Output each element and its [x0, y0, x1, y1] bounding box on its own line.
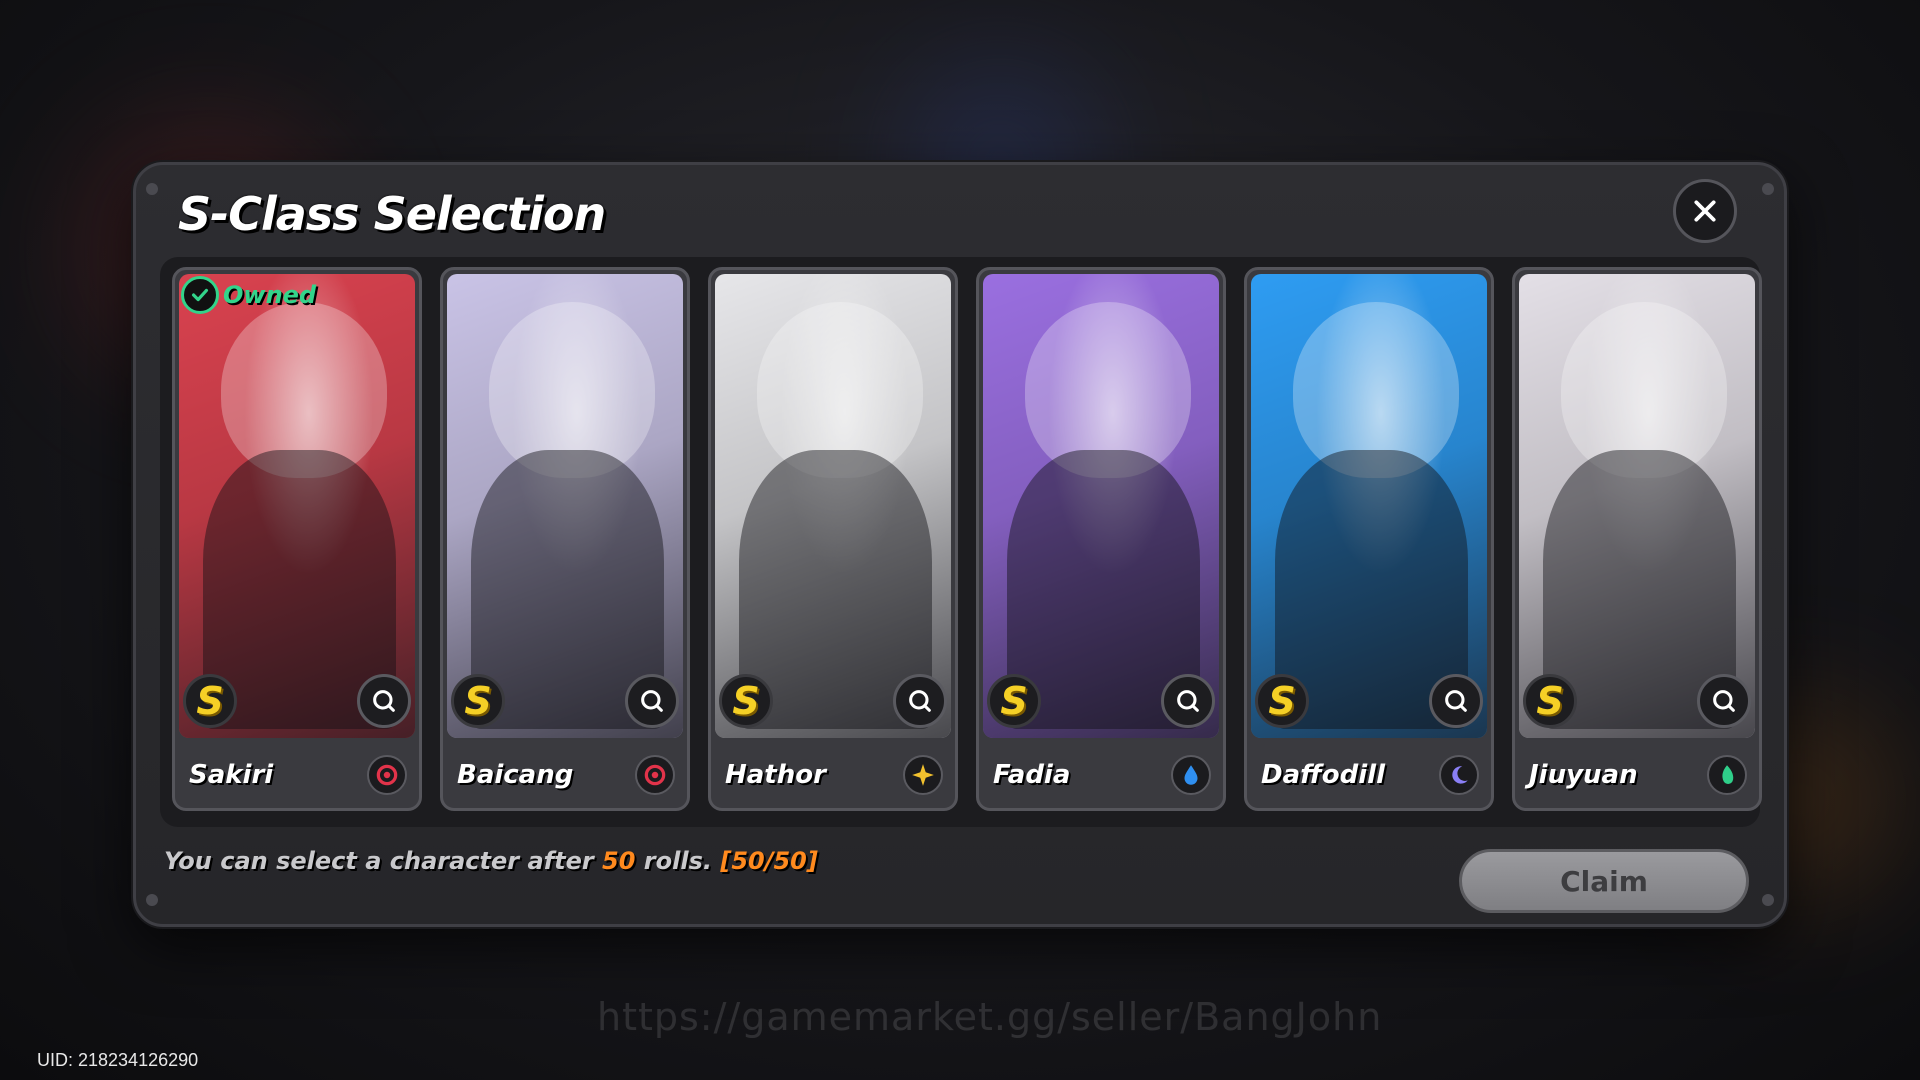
target-element-icon	[367, 755, 407, 795]
hint-text-after: rolls.	[635, 847, 721, 875]
star-element-icon	[903, 755, 943, 795]
close-icon	[1694, 200, 1716, 222]
s-rank-badge: S	[719, 674, 773, 728]
rolls-required: 50	[602, 847, 636, 875]
claim-button[interactable]: Claim	[1459, 849, 1749, 913]
magnifier-icon	[1713, 690, 1735, 712]
character-tray: Owned S Sakiri S Baicang S Hathor S Fadi…	[160, 257, 1762, 827]
character-portrait	[1519, 274, 1755, 738]
target-element-icon	[635, 755, 675, 795]
character-card-baicang[interactable]: S Baicang	[440, 267, 690, 811]
magnifier-icon	[1445, 690, 1467, 712]
owned-label: Owned	[223, 281, 317, 309]
s-rank-badge: S	[1523, 674, 1577, 728]
inspect-button[interactable]	[357, 674, 411, 728]
watermark: https://gamemarket.gg/seller/BangJohn	[597, 995, 1383, 1039]
character-portrait	[179, 274, 415, 738]
magnifier-icon	[1177, 690, 1199, 712]
rank-letter: S	[196, 679, 224, 723]
inspect-button[interactable]	[893, 674, 947, 728]
character-portrait	[715, 274, 951, 738]
rank-letter: S	[464, 679, 492, 723]
corner-dot	[1762, 183, 1774, 195]
roll-progress: [50/50]	[720, 847, 818, 875]
inspect-button[interactable]	[1429, 674, 1483, 728]
character-name: Hathor	[725, 760, 826, 790]
magnifier-icon	[909, 690, 931, 712]
s-rank-badge: S	[987, 674, 1041, 728]
checkmark-icon	[181, 276, 219, 314]
uid-label: UID: 218234126290	[37, 1050, 199, 1070]
moon-element-icon	[1439, 755, 1479, 795]
character-name-row: Jiuyuan	[1515, 742, 1759, 808]
character-portrait	[447, 274, 683, 738]
rank-letter: S	[732, 679, 760, 723]
selection-hint: You can select a character after 50 roll…	[164, 847, 818, 875]
character-portrait	[1251, 274, 1487, 738]
inspect-button[interactable]	[625, 674, 679, 728]
s-rank-badge: S	[183, 674, 237, 728]
character-name-row: Daffodill	[1247, 742, 1491, 808]
water-element-icon	[1171, 755, 1211, 795]
s-class-selection-dialog: S-Class Selection Owned S Sakiri S Baica…	[133, 162, 1787, 927]
claim-button-label: Claim	[1560, 864, 1648, 898]
rank-letter: S	[1268, 679, 1296, 723]
corner-dot	[146, 894, 158, 906]
character-name-row: Fadia	[979, 742, 1223, 808]
rank-letter: S	[1536, 679, 1564, 723]
corner-dot	[1762, 894, 1774, 906]
character-name-row: Hathor	[711, 742, 955, 808]
close-button[interactable]	[1673, 179, 1737, 243]
character-card-daffodill[interactable]: S Daffodill	[1244, 267, 1494, 811]
character-portrait	[983, 274, 1219, 738]
character-name: Sakiri	[189, 760, 274, 790]
character-name-row: Sakiri	[175, 742, 419, 808]
hint-text-before: You can select a character after	[164, 847, 603, 875]
s-rank-badge: S	[451, 674, 505, 728]
character-name: Daffodill	[1261, 760, 1385, 790]
rank-letter: S	[1000, 679, 1028, 723]
corner-dot	[146, 183, 158, 195]
leaf-element-icon	[1707, 755, 1747, 795]
character-name: Jiuyuan	[1529, 760, 1638, 790]
character-name: Fadia	[993, 760, 1071, 790]
s-rank-badge: S	[1255, 674, 1309, 728]
inspect-button[interactable]	[1697, 674, 1751, 728]
character-card-hathor[interactable]: S Hathor	[708, 267, 958, 811]
character-card-fadia[interactable]: S Fadia	[976, 267, 1226, 811]
magnifier-icon	[641, 690, 663, 712]
owned-badge: Owned	[181, 276, 316, 314]
character-name-row: Baicang	[443, 742, 687, 808]
character-card-jiuyuan[interactable]: S Jiuyuan	[1512, 267, 1762, 811]
dialog-title: S-Class Selection	[178, 187, 606, 241]
inspect-button[interactable]	[1161, 674, 1215, 728]
magnifier-icon	[373, 690, 395, 712]
character-name: Baicang	[457, 760, 574, 790]
character-card-sakiri[interactable]: Owned S Sakiri	[172, 267, 422, 811]
